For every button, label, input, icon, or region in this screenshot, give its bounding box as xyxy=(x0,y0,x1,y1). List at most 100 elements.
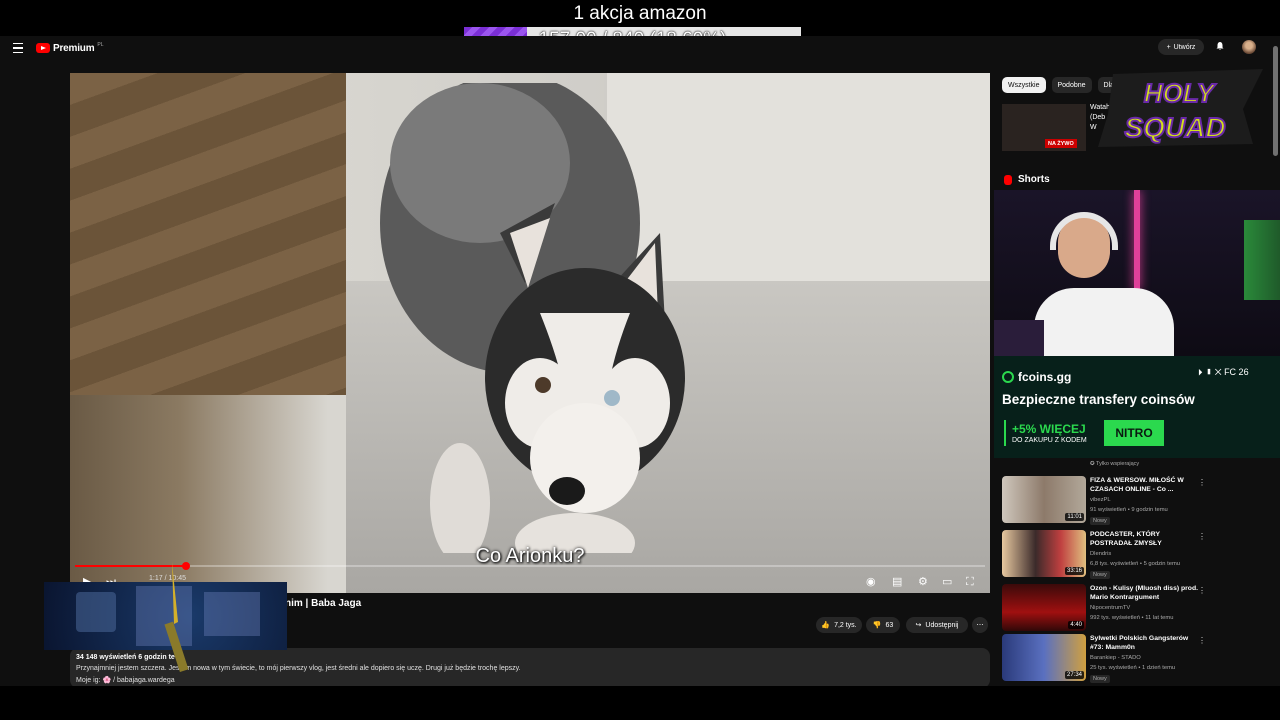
stream-overlay-bottom xyxy=(0,686,1280,720)
ad-bonus: +5% WIĘCEJ DO ZAKUPU Z KODEM xyxy=(1004,420,1098,446)
logo-text: Premium xyxy=(53,42,95,54)
share-icon: ↪ xyxy=(915,622,922,629)
case-item-slot xyxy=(76,592,116,632)
more-actions-button[interactable]: ⋯ xyxy=(972,617,988,633)
members-only-label: Tylko wspierający xyxy=(1096,461,1140,467)
video-player[interactable]: Co Arionku? ▶ ⏭ 1:17 / 10:45 ◉ ▤ ⚙ ▭ ⛶ xyxy=(70,73,990,593)
more-vertical-icon[interactable]: ⋮ xyxy=(1198,586,1206,595)
ad-bonus-caption: DO ZAKUPU Z KODEM xyxy=(1012,437,1087,444)
description-instagram: Moje ig: 🌸 / babajaga.wardega xyxy=(76,677,175,684)
case-item-slot xyxy=(204,592,260,636)
holy-logo-text: HOLY xyxy=(1144,78,1217,108)
streamer-webcam xyxy=(994,190,1280,356)
ad-headline: Bezpieczne transfery coinsów xyxy=(1002,392,1195,407)
description-text: Przynajmniej jestem szczera. Jestem nowa… xyxy=(76,665,521,672)
ad-platforms: ⏵ ▮ ✕ FC 26 xyxy=(1198,367,1249,378)
subtitles-icon[interactable]: ▤ xyxy=(892,577,902,588)
video-frame-floor-wood xyxy=(70,73,346,396)
husky-dog-image xyxy=(380,83,685,553)
fcoins-ad-banner[interactable]: fcoins.gg ⏵ ▮ ✕ FC 26 Bezpieczne transfe… xyxy=(994,356,1280,458)
chip-all[interactable]: Wszystkie xyxy=(1002,77,1046,93)
duration-badge: 33:16 xyxy=(1064,567,1084,575)
duration-badge: 11:01 xyxy=(1065,513,1084,521)
more-vertical-icon[interactable]: ⋮ xyxy=(1198,636,1206,645)
bell-icon[interactable] xyxy=(1215,41,1225,51)
like-button[interactable]: 👍 7,2 tys. xyxy=(816,617,862,633)
recommendation-title[interactable]: PODCASTER, KTÓRY POSTRADAŁ ZMYSŁY xyxy=(1090,530,1198,548)
recommendation-channel[interactable]: Dlendris xyxy=(1090,551,1111,557)
platform-icons: ⏵ ▮ ✕ xyxy=(1198,367,1225,377)
members-only-badge: ✪ Tylko wspierający xyxy=(1090,461,1139,467)
description-box[interactable]: 34 148 wyświetleń 6 godzin te Przynajmni… xyxy=(70,648,990,688)
theater-mode-icon[interactable]: ▭ xyxy=(942,577,952,588)
shorts-header: Shorts xyxy=(1004,174,1050,185)
ad-bonus-percent: +5% WIĘCEJ xyxy=(1012,422,1086,436)
new-badge: Nowy xyxy=(1090,571,1110,579)
youtube-play-icon xyxy=(36,43,50,53)
new-badge: Nowy xyxy=(1090,517,1110,525)
fcoins-logo-icon xyxy=(1002,371,1014,383)
shorts-label: Shorts xyxy=(1018,174,1050,185)
thumbs-up-icon: 👍 xyxy=(821,622,831,629)
recommendation-thumbnail[interactable]: 11:01 xyxy=(1002,476,1086,523)
dislike-button[interactable]: 👎 63 xyxy=(866,617,900,633)
neon-light xyxy=(1134,190,1140,290)
more-vertical-icon[interactable]: ⋮ xyxy=(1198,478,1206,487)
headphones xyxy=(1050,212,1118,250)
recommendation-item[interactable]: 33:16 PODCASTER, KTÓRY POSTRADAŁ ZMYSŁY … xyxy=(1002,530,1272,580)
recommendation-title[interactable]: FIZA & WERSOW. MIŁOŚĆ W CZASACH ONLINE -… xyxy=(1090,476,1198,494)
desk xyxy=(994,320,1044,356)
donation-goal-title: 1 akcja amazon xyxy=(573,3,707,24)
new-badge: Nowy xyxy=(1090,675,1110,683)
logo-region: PL xyxy=(97,42,104,48)
chip-related[interactable]: Podobne xyxy=(1051,77,1092,93)
more-horizontal-icon: ⋯ xyxy=(976,622,984,629)
duration-badge: 4:40 xyxy=(1068,621,1084,629)
green-light xyxy=(1244,220,1280,300)
ad-brand-text: fcoins.gg xyxy=(1018,370,1072,384)
svg-text:SQUAD: SQUAD xyxy=(1124,112,1225,143)
share-button[interactable]: ↪ Udostępnij xyxy=(906,617,968,633)
youtube-premium-logo[interactable]: Premium PL xyxy=(36,42,104,54)
ad-brand: fcoins.gg xyxy=(1002,370,1071,384)
ad-promo-code: NITRO xyxy=(1104,420,1164,446)
masthead: Premium PL + Utwórz xyxy=(0,36,1280,60)
fullscreen-icon[interactable]: ⛶ xyxy=(966,577,974,588)
video-title: nim | Baba Jaga xyxy=(285,598,362,609)
avatar[interactable] xyxy=(1242,40,1256,54)
recommendation-title[interactable]: Sylwetki Polskich Gangsterów #73: Mamm0n xyxy=(1090,634,1198,652)
recommendation-meta: 992 tys. wyświetleń • 11 lat temu xyxy=(1090,615,1174,621)
create-label: Utwórz xyxy=(1173,43,1196,51)
like-count: 7,2 tys. xyxy=(834,621,857,629)
dislike-count: 63 xyxy=(885,621,894,629)
recommendation-channel[interactable]: vibezPL xyxy=(1090,497,1111,503)
recommendation-thumbnail[interactable]: 27:34 xyxy=(1002,634,1086,681)
autoplay-toggle-icon[interactable]: ◉ xyxy=(866,577,876,588)
recommendation-thumbnail[interactable]: 33:16 xyxy=(1002,530,1086,577)
recommendation-item[interactable]: 11:01 FIZA & WERSOW. MIŁOŚĆ W CZASACH ON… xyxy=(1002,476,1272,526)
more-vertical-icon[interactable]: ⋮ xyxy=(1198,532,1206,541)
streamer-shirt xyxy=(1034,288,1174,356)
recommendation-item[interactable]: 4:40 Ozon - Kulisy (Mluosh diss) prod. M… xyxy=(1002,584,1272,634)
progress-bar[interactable] xyxy=(75,562,985,570)
create-button[interactable]: + Utwórz xyxy=(1158,39,1204,55)
settings-icon[interactable]: ⚙ xyxy=(918,577,928,588)
holy-squad-logo: HOLY SQUAD xyxy=(1098,69,1263,147)
recommendation-item[interactable]: 27:34 Sylwetki Polskich Gangsterów #73: … xyxy=(1002,634,1272,684)
recommendation-channel[interactable]: Barankiep - STADO xyxy=(1090,655,1141,661)
knife-icon xyxy=(164,562,189,672)
youtube-page: Premium PL + Utwórz Co Arionku? 1:17 / 1… xyxy=(0,36,1280,688)
recommendation-meta: 6,8 tys. wyświetleń • 5 godzin temu xyxy=(1090,561,1180,567)
case-opening-overlay xyxy=(44,562,287,672)
recommendation-thumbnail[interactable]: 4:40 xyxy=(1002,584,1086,631)
plus-icon: + xyxy=(1166,43,1171,51)
thumbs-down-icon: 👎 xyxy=(872,622,882,629)
live-badge: NA ŻYWO xyxy=(1045,139,1077,148)
ad-game: FC 26 xyxy=(1224,367,1249,377)
recommendation-title[interactable]: Ozon - Kulisy (Mluosh diss) prod. Mario … xyxy=(1090,584,1198,602)
scrollbar[interactable] xyxy=(1273,46,1278,156)
recommendation-channel[interactable]: NipocentrumTV xyxy=(1090,605,1130,611)
duration-badge: 27:34 xyxy=(1064,671,1084,679)
hamburger-menu-icon[interactable] xyxy=(13,43,23,53)
share-label: Udostępnij xyxy=(925,621,959,629)
